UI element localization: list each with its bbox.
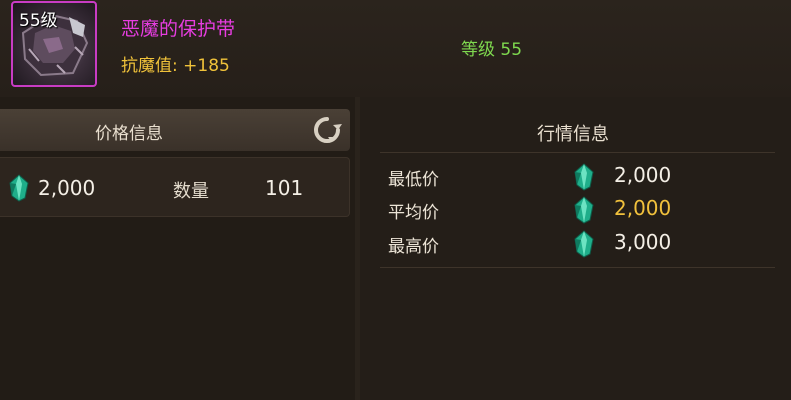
price-value: 2,000 (38, 176, 96, 200)
average-price-value: 2,000 (614, 196, 672, 220)
item-name: 恶魔的保护带 (121, 18, 236, 40)
quantity-label: 数量 (173, 181, 209, 202)
highest-price-value: 3,000 (614, 230, 672, 254)
item-stat: 抗魔值: +185 (121, 56, 230, 76)
price-info-header: 价格信息 (0, 109, 350, 151)
lowest-price-label: 最低价 (388, 170, 439, 190)
item-level-text: 等级 55 (461, 40, 523, 60)
divider (380, 152, 775, 153)
gem-icon (9, 174, 29, 202)
gem-icon (574, 230, 594, 258)
refresh-icon[interactable] (312, 115, 342, 145)
market-info-title: 行情信息 (537, 124, 609, 145)
gem-icon (574, 163, 594, 191)
item-header: 55级 恶魔的保护带 抗魔值: +185 等级 55 (0, 0, 791, 97)
quantity-value: 101 (265, 176, 304, 200)
gem-icon (574, 196, 594, 224)
market-info-panel: 行情信息 最低价 2,000 平均价 2,000 最高价 3,000 (360, 97, 791, 400)
item-slot[interactable]: 55级 (11, 1, 97, 87)
price-row[interactable]: 2,000 数量 101 (0, 157, 350, 217)
lowest-price-value: 2,000 (614, 163, 672, 187)
divider (380, 267, 775, 268)
price-info-title: 价格信息 (95, 124, 163, 144)
item-level-badge: 55级 (19, 11, 58, 31)
average-price-label: 平均价 (388, 203, 439, 223)
price-info-panel: 价格信息 2,000 数量 101 (0, 97, 355, 400)
highest-price-label: 最高价 (388, 237, 439, 257)
